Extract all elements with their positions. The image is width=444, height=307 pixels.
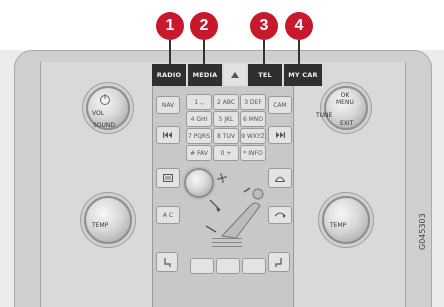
prev-track-icon: [163, 132, 172, 138]
keypad-key-8[interactable]: 8 TUV: [213, 128, 239, 144]
control-panel-illustration: RADIO MEDIA TEL MY CAR 1 2 3 4 VOL SOUND…: [0, 0, 444, 307]
callout-line-4: [298, 40, 300, 64]
figure-code: G045303: [418, 213, 427, 250]
tel-label: TEL: [258, 71, 272, 79]
callout-line-3: [263, 40, 265, 64]
keypad-key-3[interactable]: 3 DEF: [240, 94, 266, 110]
keypad-key-9[interactable]: 9 WXYZ: [240, 128, 266, 144]
keypad-key-2[interactable]: 2 ABC: [213, 94, 239, 110]
keypad-key-0[interactable]: 0 +: [213, 145, 239, 161]
media-label: MEDIA: [192, 71, 218, 79]
exit-label: EXIT: [340, 120, 354, 127]
radio-label: RADIO: [156, 71, 182, 79]
ac-label: A C: [162, 211, 174, 219]
bottom-button-1[interactable]: [190, 258, 214, 274]
up-arrow-icon: [231, 72, 239, 78]
tune-label: TUNE: [316, 112, 333, 119]
air-distribution-control[interactable]: [200, 186, 270, 242]
keypad-key-7[interactable]: 7 PQRS: [186, 128, 212, 144]
rear-defrost-button[interactable]: [156, 168, 180, 188]
power-icon: [100, 94, 110, 105]
up-button[interactable]: [224, 64, 246, 86]
next-track-button[interactable]: [268, 126, 292, 144]
rear-defrost-icon: [163, 174, 173, 182]
ac-button[interactable]: A C: [156, 206, 180, 224]
temp-left-label: TEMP: [92, 222, 109, 229]
temp-knob-left[interactable]: [84, 196, 132, 244]
grille-line: [212, 246, 242, 247]
grille-line: [212, 238, 242, 239]
fan-icon: [217, 173, 227, 183]
callout-4: 4: [285, 12, 313, 40]
recirculation-icon: [274, 212, 286, 218]
my-car-label: MY CAR: [288, 71, 318, 79]
callout-2: 2: [190, 12, 218, 40]
temp-knob-right[interactable]: [322, 196, 370, 244]
temp-right-label: TEMP: [330, 222, 347, 229]
seat-heater-icon: [164, 257, 171, 267]
cam-button[interactable]: CAM: [268, 96, 292, 114]
bottom-button-3[interactable]: [242, 258, 266, 274]
keypad-key-4[interactable]: 4 GHI: [186, 111, 212, 127]
top-margin: [0, 0, 444, 50]
front-defrost-button[interactable]: [268, 168, 292, 188]
seat-heater-left-button[interactable]: [156, 252, 178, 272]
recirculation-button[interactable]: [268, 206, 292, 224]
keypad-key-5[interactable]: 5 JKL: [213, 111, 239, 127]
callout-line-2: [203, 40, 205, 64]
bottom-button-2[interactable]: [216, 258, 240, 274]
tel-button[interactable]: TEL: [248, 64, 282, 86]
keypad-key-info[interactable]: * INFO: [240, 145, 266, 161]
callout-1: 1: [156, 12, 184, 40]
media-button[interactable]: MEDIA: [188, 64, 222, 86]
keypad-key-6[interactable]: 6 MNO: [240, 111, 266, 127]
next-track-icon: [276, 132, 285, 138]
nav-button[interactable]: NAV: [156, 96, 180, 114]
nav-label: NAV: [161, 101, 175, 109]
ok-menu-label: OK MENU: [336, 92, 354, 106]
keypad-key-1[interactable]: 1 .,: [186, 94, 212, 110]
my-car-button[interactable]: MY CAR: [284, 64, 322, 86]
seat-heater-right-button[interactable]: [268, 252, 290, 272]
callout-line-1: [169, 40, 171, 64]
seat-heater-icon: [275, 257, 282, 267]
previous-track-button[interactable]: [156, 126, 180, 144]
front-defrost-icon: [275, 176, 285, 182]
keypad-key-fav[interactable]: # FAV: [186, 145, 212, 161]
grille-line: [212, 242, 242, 243]
vol-label: VOL: [92, 110, 105, 117]
cam-label: CAM: [273, 101, 287, 109]
radio-button[interactable]: RADIO: [152, 64, 186, 86]
callout-3: 3: [250, 12, 278, 40]
sound-label: SOUND: [93, 122, 116, 129]
